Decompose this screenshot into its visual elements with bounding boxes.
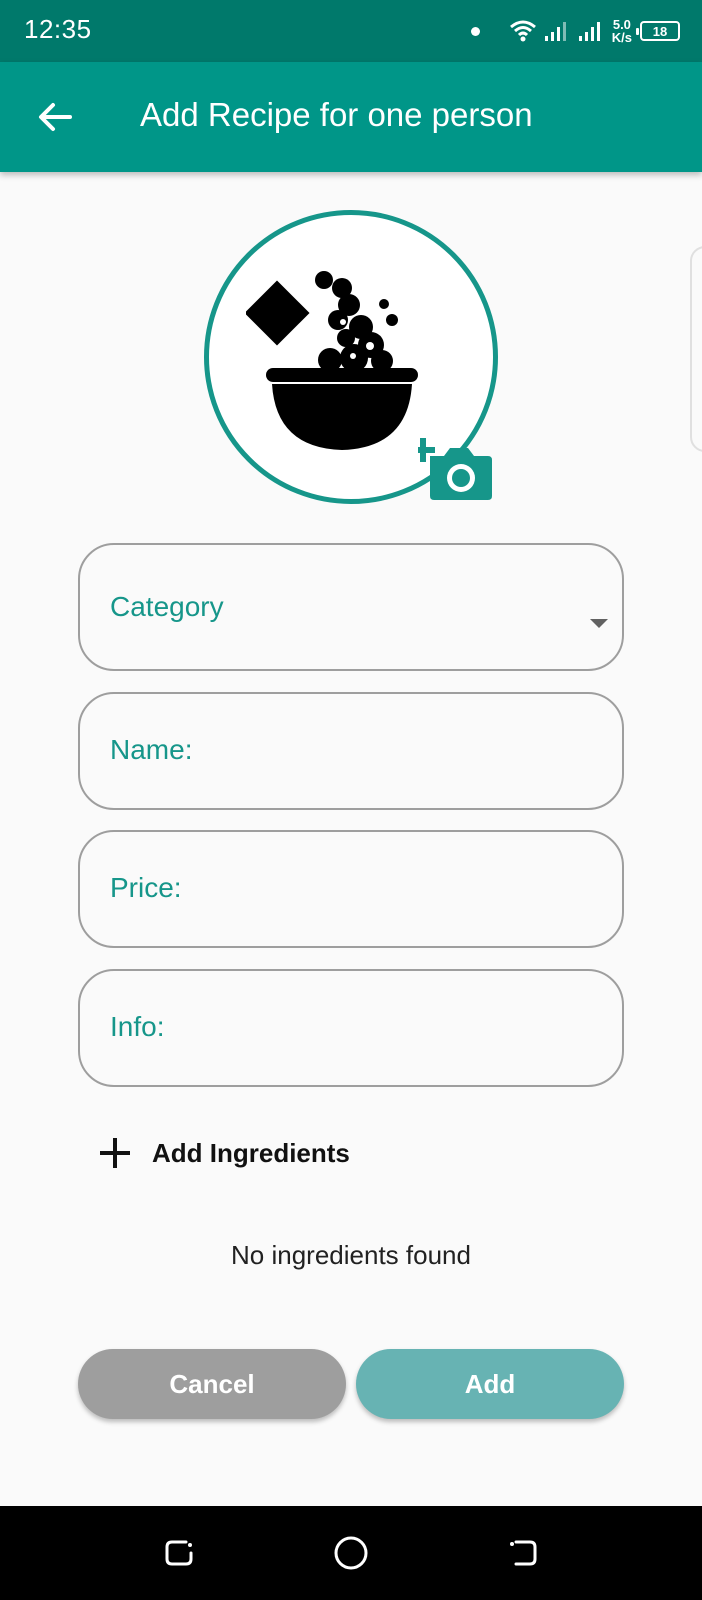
home-button[interactable] (326, 1528, 376, 1578)
price-label: Price: (110, 872, 182, 903)
add-ingredients-label: Add Ingredients (152, 1137, 350, 1168)
category-label: Category (110, 591, 224, 622)
add-photo-button[interactable] (411, 424, 494, 500)
battery-icon: 18 (636, 21, 680, 41)
network-speed: 5.0 K/s (612, 18, 632, 44)
status-bar: 12:35 5.0 K/s 18 (0, 0, 702, 62)
status-time: 12:35 (24, 14, 92, 44)
name-label: Name: (110, 734, 193, 765)
dropdown-arrow-icon (590, 619, 608, 628)
nav-back-button[interactable] (498, 1528, 548, 1578)
recent-apps-button[interactable] (154, 1528, 204, 1578)
add-camera-icon (411, 438, 492, 500)
price-field[interactable]: Price: (78, 830, 624, 948)
nav-back-icon (510, 1540, 537, 1566)
category-dropdown[interactable]: Category (78, 543, 624, 671)
page-title: Add Recipe for one person (140, 96, 533, 133)
add-ingredients-button[interactable]: Add Ingredients (100, 1132, 350, 1174)
side-drawer-handle[interactable] (690, 246, 702, 452)
home-icon (334, 1536, 368, 1570)
app-bar: Add Recipe for one person (0, 62, 702, 172)
add-button[interactable]: Add (356, 1349, 624, 1419)
plus-icon (100, 1138, 130, 1168)
speed-unit: K/s (611, 30, 632, 45)
signal-icon-2 (578, 22, 600, 41)
system-nav-bar (0, 1506, 702, 1600)
add-button-label: Add (464, 1368, 516, 1399)
recipe-photo[interactable] (204, 210, 498, 504)
status-icons: 5.0 K/s 18 (470, 14, 680, 48)
wifi-icon (509, 20, 536, 42)
recent-apps-icon (165, 1540, 193, 1566)
back-button[interactable] (30, 92, 80, 142)
info-field[interactable]: Info: (78, 969, 624, 1087)
cancel-button-label: Cancel (169, 1368, 255, 1399)
no-ingredients-message: No ingredients found (231, 1240, 471, 1270)
arrow-left-icon (39, 103, 72, 131)
info-label: Info: (110, 1011, 165, 1042)
cancel-button[interactable]: Cancel (78, 1349, 346, 1419)
signal-icon (544, 22, 566, 41)
notification-dot-icon (470, 26, 480, 36)
name-field[interactable]: Name: (78, 692, 624, 810)
battery-level: 18 (652, 23, 668, 39)
